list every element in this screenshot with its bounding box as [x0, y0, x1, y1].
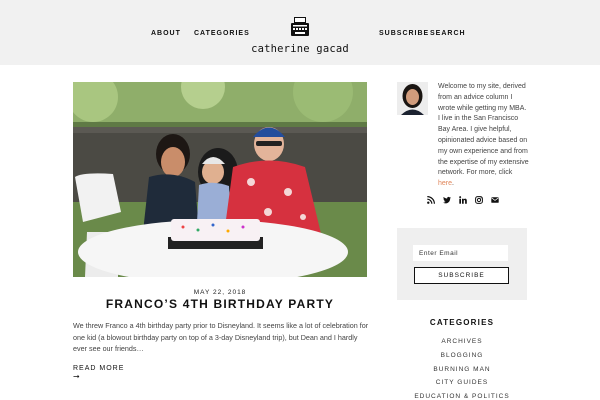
rss-icon[interactable]	[427, 196, 435, 204]
categories-heading: CATEGORIES	[429, 318, 495, 327]
subscribe-widget: SUBSCRIBE	[397, 228, 527, 300]
social-links	[427, 196, 499, 204]
linkedin-icon[interactable]	[459, 196, 467, 204]
category-blogging[interactable]: BLOGGING	[397, 349, 527, 363]
site-logo[interactable]: catherine gacad	[250, 16, 350, 55]
category-city-guides[interactable]: CITY GUIDES	[397, 376, 527, 390]
read-more-link[interactable]: READ MORE	[73, 365, 124, 372]
post-date: MAY 22, 2018	[193, 289, 247, 296]
category-archives[interactable]: ARCHIVES	[397, 335, 527, 349]
bio-here-link[interactable]: here	[438, 180, 452, 187]
author-bio: Welcome to my site, derived from an advi…	[438, 82, 530, 190]
bio-text: Welcome to my site, derived from an advi…	[438, 83, 529, 177]
author-avatar	[397, 82, 428, 115]
nav-search[interactable]: SEARCH	[430, 30, 466, 37]
post-featured-image[interactable]	[73, 82, 367, 277]
logo-text: catherine gacad	[251, 43, 349, 55]
categories-list: ARCHIVES BLOGGING BURNING MAN CITY GUIDE…	[397, 335, 527, 400]
category-education-politics[interactable]: EDUCATION & POLITICS	[397, 390, 527, 400]
author-photo	[397, 82, 428, 115]
bio-end: .	[452, 180, 454, 188]
post-title[interactable]: FRANCO’S 4TH BIRTHDAY PARTY	[73, 297, 367, 311]
email-field[interactable]	[413, 245, 508, 261]
twitter-icon[interactable]	[443, 196, 451, 204]
arrow-right-icon[interactable]: ➞	[73, 373, 80, 381]
post-excerpt: We threw Franco a 4th birthday party pri…	[73, 321, 369, 353]
nav-subscribe[interactable]: SUBSCRIBE	[379, 30, 429, 37]
nav-categories[interactable]: CATEGORIES	[194, 30, 250, 37]
category-burning-man[interactable]: BURNING MAN	[397, 363, 527, 377]
subscribe-button[interactable]: SUBSCRIBE	[414, 267, 509, 284]
birthday-photo	[73, 82, 367, 277]
nav-about[interactable]: ABOUT	[151, 30, 181, 37]
typewriter-icon	[291, 17, 309, 36]
site-header: ABOUT CATEGORIES catherine gacad SUBSCRI…	[0, 0, 600, 65]
instagram-icon[interactable]	[475, 196, 483, 204]
email-icon[interactable]	[491, 196, 499, 204]
